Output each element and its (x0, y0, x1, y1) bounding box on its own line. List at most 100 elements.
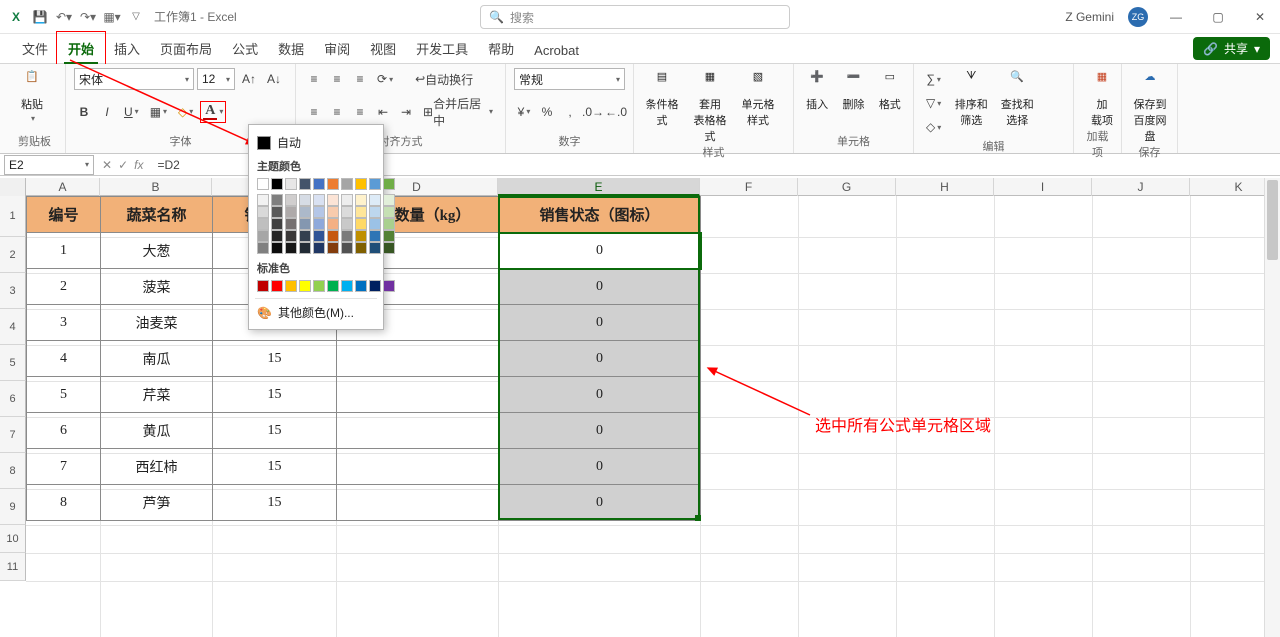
row-header-5[interactable]: 5 (0, 345, 26, 381)
color-swatch[interactable] (313, 230, 325, 242)
color-swatch[interactable] (355, 206, 367, 218)
table-header[interactable]: 销售状态（图标） (499, 197, 701, 233)
cell[interactable]: 黄瓜 (101, 413, 213, 449)
cell[interactable]: 2 (27, 269, 101, 305)
decrease-decimal-icon[interactable]: ←.0 (606, 101, 626, 123)
share-button[interactable]: 🔗 共享 ▾ (1193, 37, 1270, 60)
cell[interactable]: 0 (499, 485, 701, 521)
color-swatch[interactable] (313, 194, 325, 206)
cell[interactable]: 油麦菜 (101, 305, 213, 341)
find-select-button[interactable]: 🔍查找和选择 (997, 68, 1037, 128)
theme-color-row[interactable] (255, 176, 377, 192)
color-swatch[interactable] (369, 230, 381, 242)
underline-button[interactable]: U▾ (120, 101, 143, 123)
undo-icon[interactable]: ↶▾ (56, 9, 72, 25)
color-swatch[interactable] (271, 242, 283, 254)
color-auto-row[interactable]: 自动 (255, 131, 377, 154)
cell[interactable]: 南瓜 (101, 341, 213, 377)
wrap-text-button[interactable]: ↩ 自动换行 (411, 68, 477, 90)
font-color-dropdown[interactable]: 自动 主题颜色 标准色 🎨其他颜色(M)... (248, 124, 384, 330)
sort-filter-button[interactable]: ᗐ排序和筛选 (951, 68, 991, 128)
color-swatch[interactable] (313, 206, 325, 218)
color-swatch[interactable] (355, 178, 367, 190)
minimize-button[interactable]: — (1162, 3, 1190, 31)
user-name[interactable]: Z Gemini (1065, 10, 1114, 24)
cell[interactable]: 1 (27, 233, 101, 269)
tab-审阅[interactable]: 审阅 (314, 33, 360, 63)
increase-indent-icon[interactable]: ⇥ (396, 101, 416, 123)
col-header-A[interactable]: A (26, 178, 100, 196)
accounting-format-icon[interactable]: ¥ (514, 101, 534, 123)
color-swatch[interactable] (313, 178, 325, 190)
scrollbar-thumb[interactable] (1267, 180, 1278, 260)
cell[interactable]: 3 (27, 305, 101, 341)
col-header-H[interactable]: H (896, 178, 994, 196)
color-swatch[interactable] (383, 206, 395, 218)
cell[interactable]: 0 (499, 341, 701, 377)
save-icon[interactable]: 💾 (32, 9, 48, 25)
color-swatch[interactable] (369, 178, 381, 190)
color-swatch[interactable] (299, 218, 311, 230)
color-swatch[interactable] (341, 178, 353, 190)
redo-icon[interactable]: ↷▾ (80, 9, 96, 25)
font-color-button[interactable]: A▾ (200, 101, 226, 123)
row-header-10[interactable]: 10 (0, 525, 26, 553)
color-swatch[interactable] (271, 218, 283, 230)
cell[interactable]: 西红柿 (101, 449, 213, 485)
color-swatch[interactable] (271, 280, 283, 292)
cell[interactable]: 大葱 (101, 233, 213, 269)
color-swatch[interactable] (327, 218, 339, 230)
cell[interactable]: 芦笋 (101, 485, 213, 521)
bold-button[interactable]: B (74, 101, 94, 123)
color-swatch[interactable] (257, 218, 269, 230)
cell[interactable]: 15 (213, 485, 337, 521)
worksheet-grid[interactable]: ABCDEFGHIJK 1234567891011 编号蔬菜名称销售数量销售数量… (0, 178, 1280, 637)
tab-插入[interactable]: 插入 (104, 33, 150, 63)
tab-数据[interactable]: 数据 (268, 33, 314, 63)
row-header-2[interactable]: 2 (0, 237, 26, 273)
delete-cells-button[interactable]: ➖删除 (838, 68, 868, 112)
col-header-G[interactable]: G (798, 178, 896, 196)
vertical-scrollbar[interactable] (1264, 178, 1280, 637)
row-header-6[interactable]: 6 (0, 381, 26, 417)
row-header-9[interactable]: 9 (0, 489, 26, 525)
cell[interactable]: 15 (213, 377, 337, 413)
color-swatch[interactable] (271, 194, 283, 206)
cell[interactable]: 8 (27, 485, 101, 521)
increase-font-icon[interactable]: A↑ (238, 68, 260, 90)
color-swatch[interactable] (299, 206, 311, 218)
decrease-font-icon[interactable]: A↓ (263, 68, 285, 90)
col-header-E[interactable]: E (498, 178, 700, 196)
percent-format-icon[interactable]: % (537, 101, 557, 123)
decrease-indent-icon[interactable]: ⇤ (373, 101, 393, 123)
row-header-3[interactable]: 3 (0, 273, 26, 309)
color-swatch[interactable] (257, 206, 269, 218)
color-swatch[interactable] (383, 194, 395, 206)
color-swatch[interactable] (341, 242, 353, 254)
table-row[interactable]: 5芹菜150 (27, 377, 701, 413)
color-swatch[interactable] (313, 242, 325, 254)
user-avatar[interactable]: ZG (1128, 7, 1148, 27)
row-header-1[interactable]: 1 (0, 196, 26, 237)
cell[interactable]: 0 (499, 413, 701, 449)
tab-开始[interactable]: 开始 (58, 33, 104, 63)
color-swatch[interactable] (313, 280, 325, 292)
row-header-7[interactable]: 7 (0, 417, 26, 453)
color-swatch[interactable] (383, 242, 395, 254)
cell[interactable] (337, 449, 499, 485)
color-swatch[interactable] (341, 218, 353, 230)
baidu-save-button[interactable]: ☁保存到 百度网盘 (1130, 68, 1170, 144)
cell[interactable]: 15 (213, 413, 337, 449)
color-swatch[interactable] (355, 218, 367, 230)
color-swatch[interactable] (327, 280, 339, 292)
cell[interactable] (337, 413, 499, 449)
tab-页面布局[interactable]: 页面布局 (150, 33, 222, 63)
col-header-I[interactable]: I (994, 178, 1092, 196)
tab-开发工具[interactable]: 开发工具 (406, 33, 478, 63)
table-header[interactable]: 编号 (27, 197, 101, 233)
col-header-B[interactable]: B (100, 178, 212, 196)
color-swatch[interactable] (369, 280, 381, 292)
table-header[interactable]: 蔬菜名称 (101, 197, 213, 233)
color-swatch[interactable] (369, 194, 381, 206)
color-swatch[interactable] (285, 218, 297, 230)
